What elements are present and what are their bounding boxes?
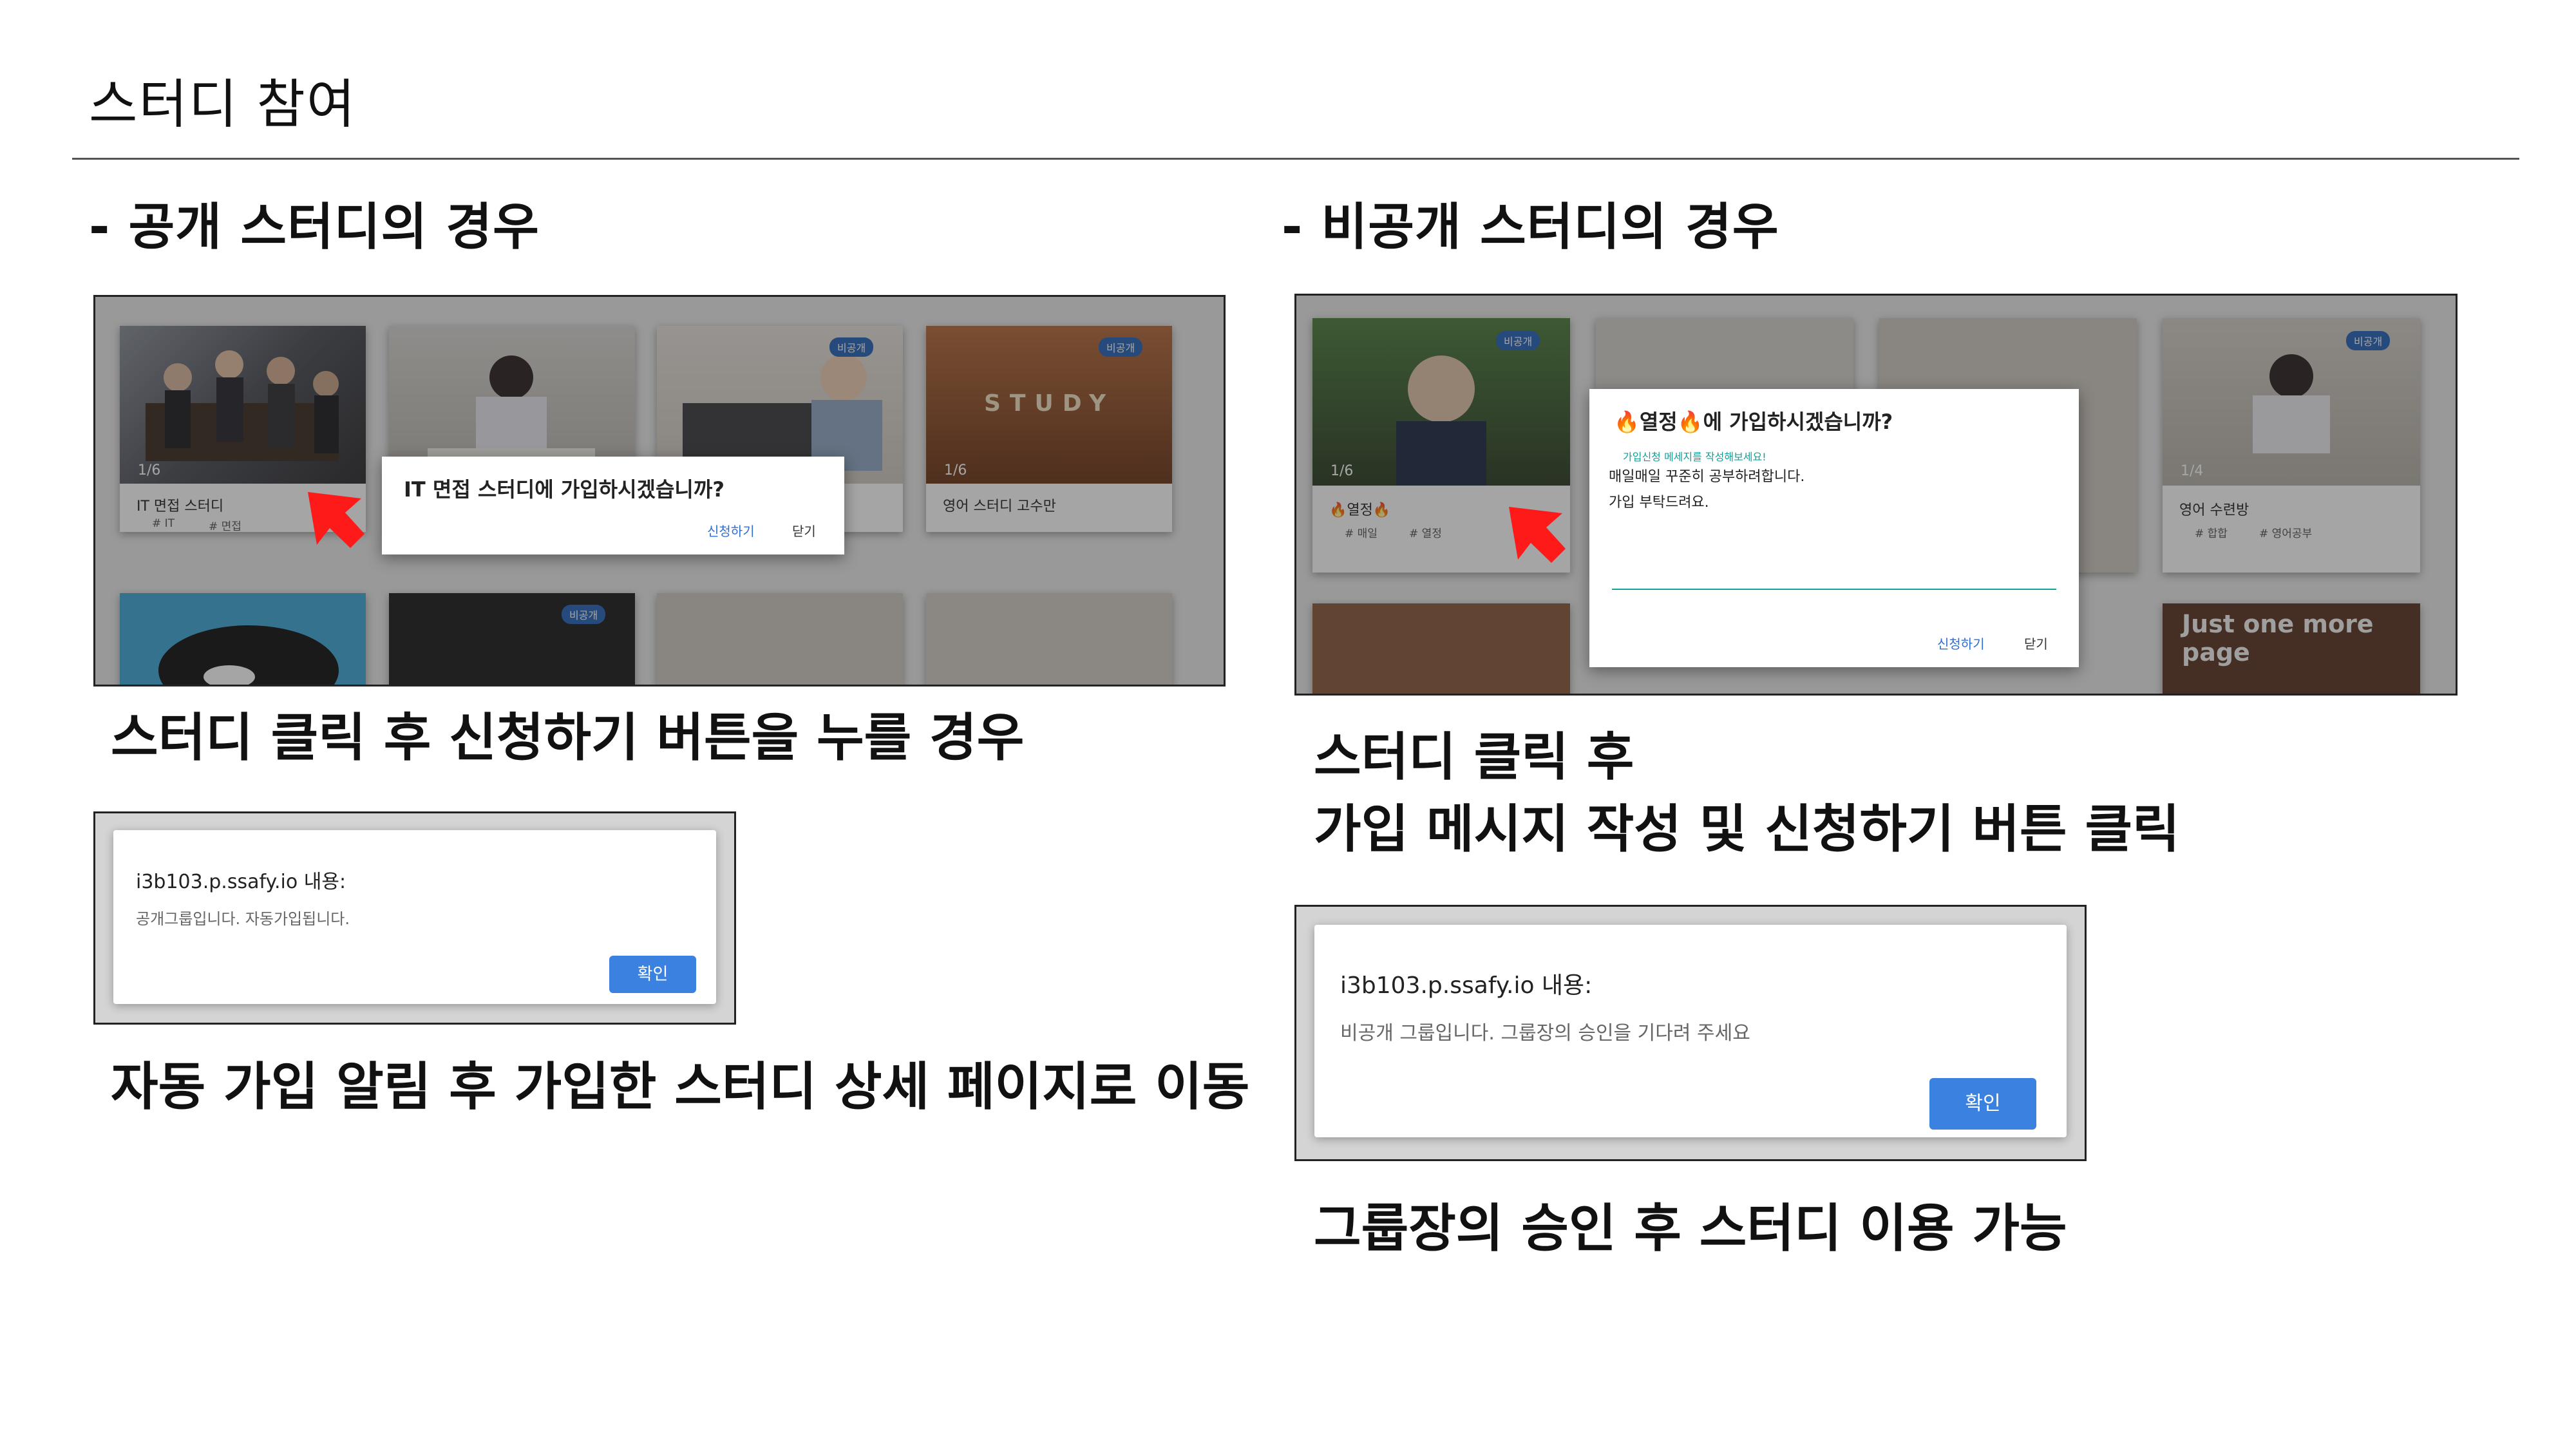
join-dialog-title: IT 면접 스터디에 가입하시겠습니까? [404,477,724,502]
private-step1-caption-line2: 가입 메시지 작성 및 신청하기 버튼 클릭 [1314,799,2180,859]
message-line: 매일매일 꾸준히 공부하려합니다. [1609,469,1805,485]
close-button[interactable]: 닫기 [792,521,816,540]
public-alert-dialog: i3b103.p.ssafy.io 내용: 공개그룹입니다. 자동가입됩니다. … [113,830,716,1004]
public-alert-screenshot: i3b103.p.ssafy.io 내용: 공개그룹입니다. 자동가입됩니다. … [93,811,736,1025]
apply-button[interactable]: 신청하기 [707,521,755,540]
private-step2-caption: 그룹장의 승인 후 스터디 이용 가능 [1314,1198,2067,1258]
private-alert-dialog: i3b103.p.ssafy.io 내용: 비공개 그룹입니다. 그룹장의 승인… [1314,925,2067,1137]
join-dialog: IT 면접 스터디에 가입하시겠습니까? 신청하기 닫기 [382,457,844,554]
private-study-screenshot: 비공개 1/6 🔥열정🔥 # 매일 # 열정 비공개 1/4 영어 수련방 # … [1294,294,2458,696]
join-message-dialog: 🔥열정🔥에 가입하시겠습니까? 가입신청 메세지를 작성해보세요! 매일매일 꾸… [1589,389,2079,667]
alert-message: 비공개 그룹입니다. 그룹장의 승인을 기다려 주세요 [1340,1022,1750,1045]
title-divider [72,158,2519,160]
private-alert-screenshot: i3b103.p.ssafy.io 내용: 비공개 그룹입니다. 그룹장의 승인… [1294,905,2087,1161]
alert-origin: i3b103.p.ssafy.io 내용: [136,871,346,893]
public-study-heading: - 공개 스터디의 경우 [89,198,540,256]
private-study-heading: - 비공개 스터디의 경우 [1282,198,1779,256]
page-title: 스터디 참여 [89,74,357,135]
message-textarea-underline[interactable] [1612,589,2056,590]
private-step1-caption-line1: 스터디 클릭 후 [1314,727,1634,787]
message-hint: 가입신청 메세지를 작성해보세요! [1623,451,1766,463]
ok-button[interactable]: 확인 [1929,1078,2036,1130]
red-arrow-icon [308,492,365,548]
join-dialog-title: 🔥열정🔥에 가입하시겠습니까? [1614,410,1893,434]
close-button[interactable]: 닫기 [2024,634,2048,652]
public-step1-caption: 스터디 클릭 후 신청하기 버튼을 누를 경우 [111,708,1025,768]
ok-button[interactable]: 확인 [609,956,696,993]
apply-button[interactable]: 신청하기 [1937,634,1985,652]
red-arrow-icon [1509,507,1566,563]
alert-origin: i3b103.p.ssafy.io 내용: [1340,972,1593,999]
public-step2-caption: 자동 가입 알림 후 가입한 스터디 상세 페이지로 이동 [111,1057,1250,1117]
alert-message: 공개그룹입니다. 자동가입됩니다. [136,910,350,928]
message-line: 가입 부탁드려요. [1609,495,1709,511]
public-study-screenshot: 1/6 IT 면접 스터디 # IT # 면접 비공개 STUDY 비공개 1/… [93,295,1226,687]
